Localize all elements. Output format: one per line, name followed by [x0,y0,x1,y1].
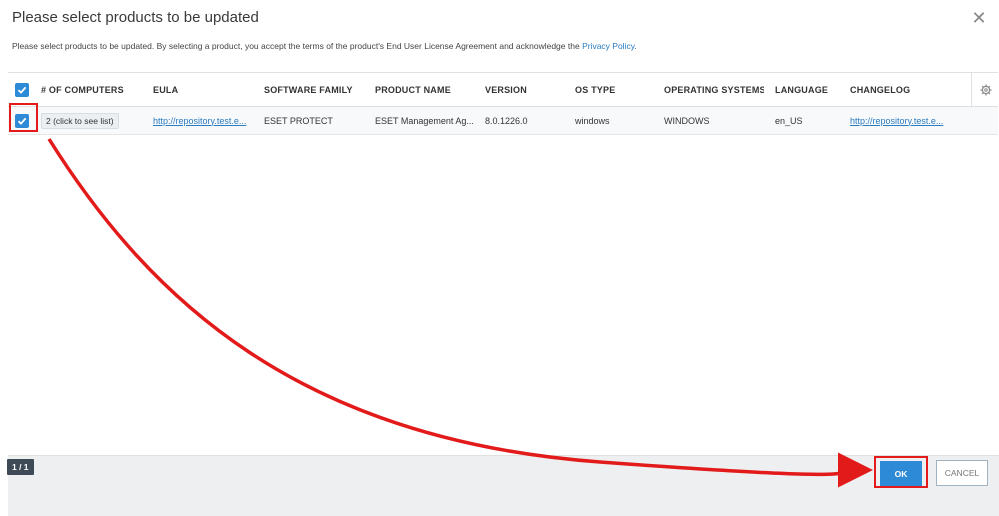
privacy-policy-link[interactable]: Privacy Policy [582,41,634,51]
highlight-ok-annotation [874,456,928,488]
changelog-cell: http://repository.test.e... [850,107,965,134]
dialog-subtitle: Please select products to be updated. By… [12,41,637,51]
column-settings-gear-icon[interactable] [971,73,999,106]
dialog-footer [8,455,999,516]
header-eula[interactable]: EULA [153,73,253,106]
table-row[interactable]: 2 (click to see list) http://repository.… [8,107,998,135]
header-product-name[interactable]: PRODUCT NAME [375,73,480,106]
eula-link[interactable]: http://repository.test.e... [153,116,246,126]
header-computers[interactable]: # OF COMPUTERS [41,73,151,106]
header-changelog[interactable]: CHANGELOG [850,73,960,106]
computers-list-link[interactable]: 2 (click to see list) [41,112,119,129]
subtitle-text: Please select products to be updated. By… [12,41,583,51]
product-name-cell: ESET Management Ag... [375,115,474,126]
header-version[interactable]: VERSION [485,73,560,106]
header-language[interactable]: LANGUAGE [775,73,855,106]
header-operating-systems[interactable]: OPERATING SYSTEMS [664,73,764,106]
software-family-cell: ESET PROTECT [264,115,333,126]
page-indicator: 1 / 1 [7,459,34,475]
products-table: # OF COMPUTERS EULA SOFTWARE FAMILY PROD… [8,72,998,443]
header-software-family[interactable]: SOFTWARE FAMILY [264,73,369,106]
language-cell: en_US [775,115,803,126]
table-header-row: # OF COMPUTERS EULA SOFTWARE FAMILY PROD… [8,73,998,107]
operating-systems-cell: WINDOWS [664,115,710,126]
changelog-link[interactable]: http://repository.test.e... [850,116,943,126]
select-all-checkbox[interactable] [15,73,33,106]
computers-count[interactable]: 2 (click to see list) [41,107,151,134]
header-os-type[interactable]: OS TYPE [575,73,660,106]
subtitle-suffix: . [634,41,637,51]
eula-cell: http://repository.test.e... [153,107,258,134]
highlight-checkbox-annotation [9,103,38,132]
close-icon[interactable]: ✕ [971,9,987,27]
dialog-title: Please select products to be updated [12,9,259,26]
version-cell: 8.0.1226.0 [485,115,528,126]
cancel-button[interactable]: CANCEL [936,460,988,486]
os-type-cell: windows [575,115,610,126]
